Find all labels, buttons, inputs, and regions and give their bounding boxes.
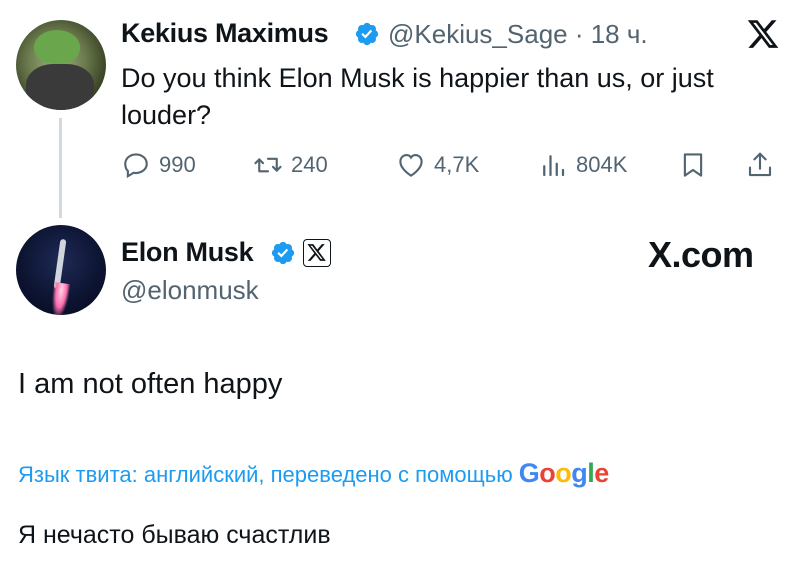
retweet-count: 240: [291, 152, 328, 177]
verified-badge-icon: [355, 22, 379, 46]
x-logo-icon[interactable]: [745, 17, 781, 51]
elon-avatar[interactable]: [16, 225, 106, 315]
google-letter: g: [571, 458, 588, 488]
google-letter: e: [594, 458, 609, 488]
google-letter: o: [539, 458, 556, 488]
avatar-body-shape: [26, 64, 94, 110]
avatar-frog-shape: [34, 30, 80, 64]
avatar-flame-shape: [49, 282, 71, 315]
author-name[interactable]: Kekius Maximus: [121, 18, 329, 49]
reply-author-name[interactable]: Elon Musk: [121, 237, 254, 268]
views-button[interactable]: 804K: [538, 150, 627, 180]
kekius-avatar[interactable]: [16, 20, 106, 110]
google-logo: Google: [518, 458, 610, 489]
xcom-watermark: X.com: [648, 234, 754, 275]
x-logo-icon: [307, 244, 326, 261]
reply-icon: [124, 153, 148, 179]
like-button[interactable]: 4,7K: [396, 150, 479, 180]
translation-notice[interactable]: Язык твита: английский, переведено с пом…: [18, 458, 609, 489]
like-count: 4,7K: [434, 152, 480, 177]
tweet-text: Do you think Elon Musk is happier than u…: [121, 63, 714, 130]
google-letter: o: [555, 458, 572, 488]
share-button[interactable]: [745, 150, 783, 180]
translated-text: Я нечасто бываю счастлив: [18, 521, 331, 549]
reply-count: 990: [159, 152, 196, 177]
x-affiliate-badge-icon[interactable]: [303, 239, 331, 267]
reply-author-handle[interactable]: @elonmusk: [121, 275, 259, 306]
author-handle-time[interactable]: @Kekius_Sage · 18 ч.: [388, 19, 648, 50]
retweet-button[interactable]: 240: [253, 150, 328, 180]
reply-tweet-text: I am not often happy: [18, 368, 283, 400]
bookmark-button[interactable]: [678, 150, 716, 180]
verified-badge-icon: [271, 241, 295, 265]
retweet-icon: [254, 157, 282, 173]
thread-connector-line: [59, 118, 62, 218]
google-letter: G: [518, 458, 540, 488]
reply-button[interactable]: 990: [121, 150, 196, 180]
share-icon: [748, 152, 772, 177]
bookmark-icon: [683, 153, 703, 177]
views-count: 804K: [576, 152, 628, 177]
views-icon: [543, 155, 565, 177]
translation-notice-text: Язык твита: английский, переведено с пом…: [18, 462, 513, 487]
like-icon: [399, 153, 423, 177]
